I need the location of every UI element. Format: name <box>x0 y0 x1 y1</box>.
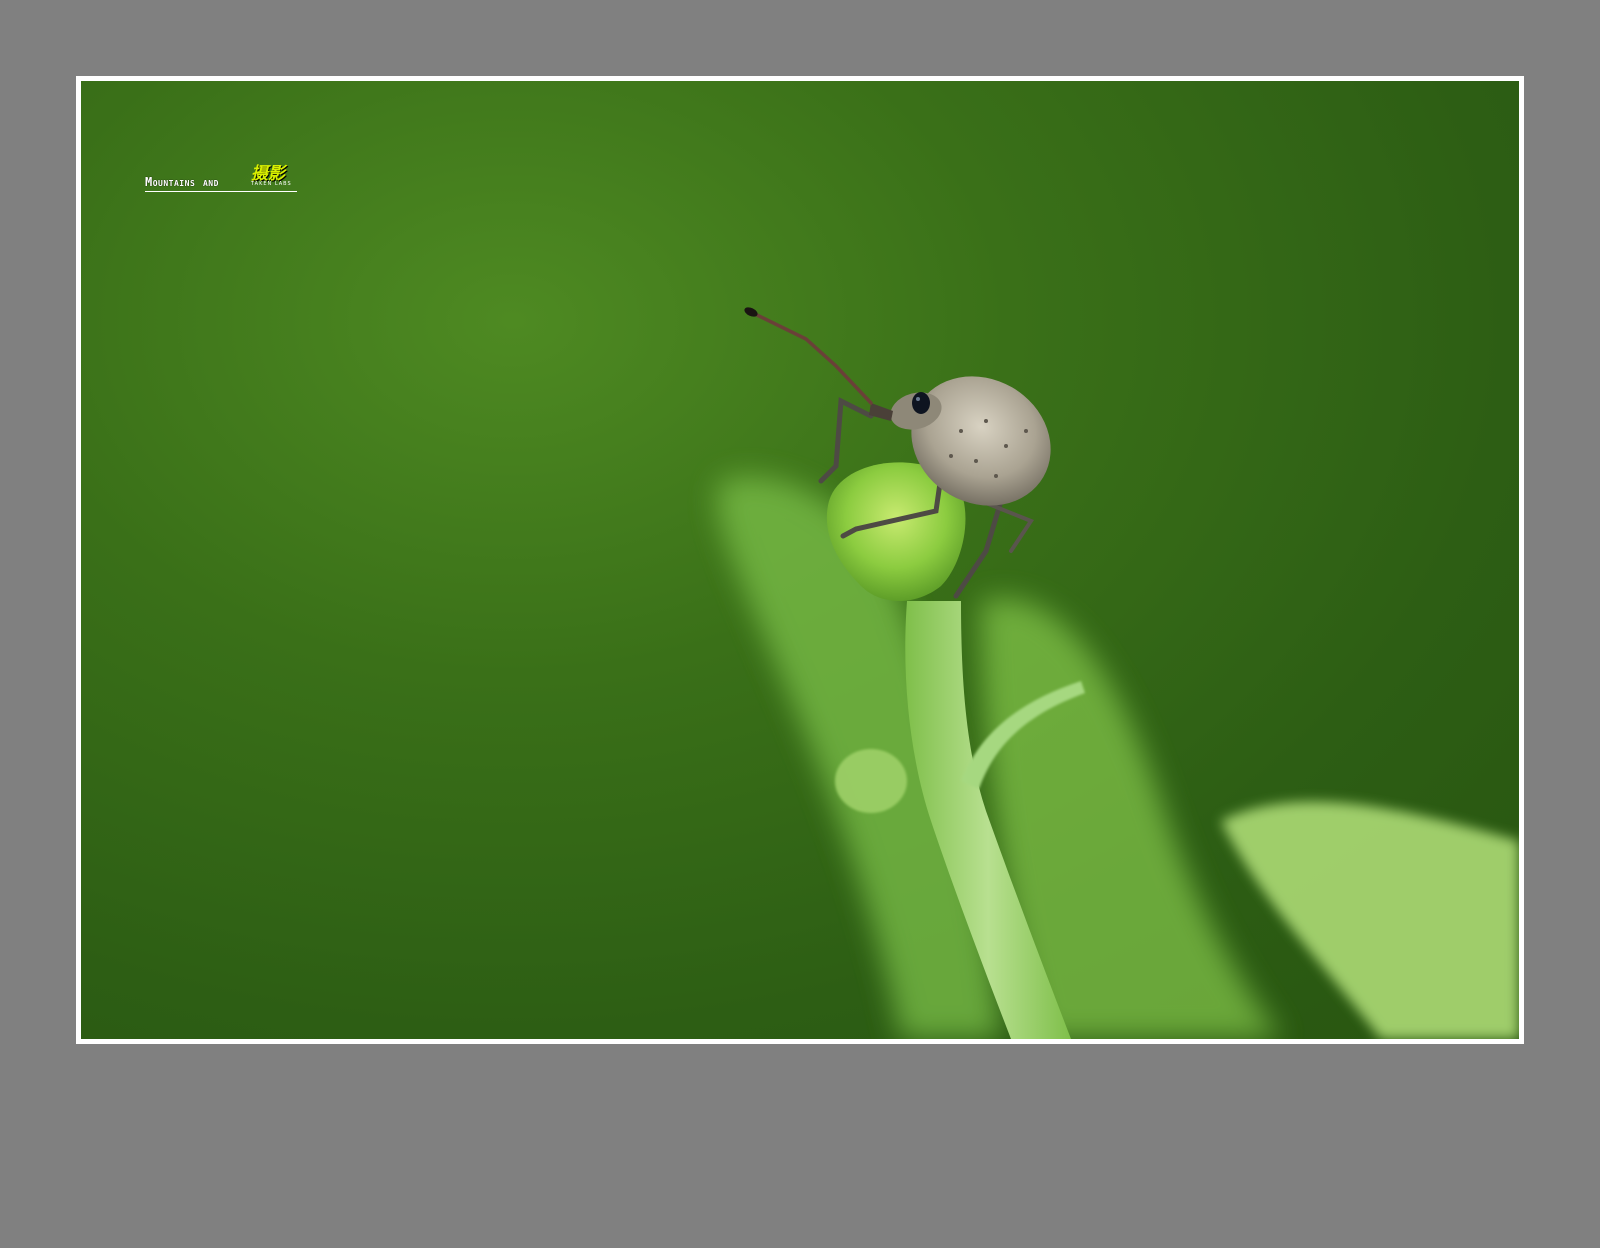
side-bud-left <box>835 749 907 813</box>
watermark-text-en: Mountains and <box>145 175 219 189</box>
watermark-underline <box>145 191 297 192</box>
photo-illustration <box>717 307 1519 1039</box>
watermark-subtext: TAKEN LABS <box>251 181 292 187</box>
photo-frame: Mountains and 摄影 TAKEN LABS <box>76 76 1524 1044</box>
blurred-leaf-corner <box>1221 801 1519 1039</box>
watermark-logo: Mountains and 摄影 TAKEN LABS <box>145 163 301 195</box>
macro-photo-weevil-on-leaf: Mountains and 摄影 TAKEN LABS <box>81 81 1519 1039</box>
